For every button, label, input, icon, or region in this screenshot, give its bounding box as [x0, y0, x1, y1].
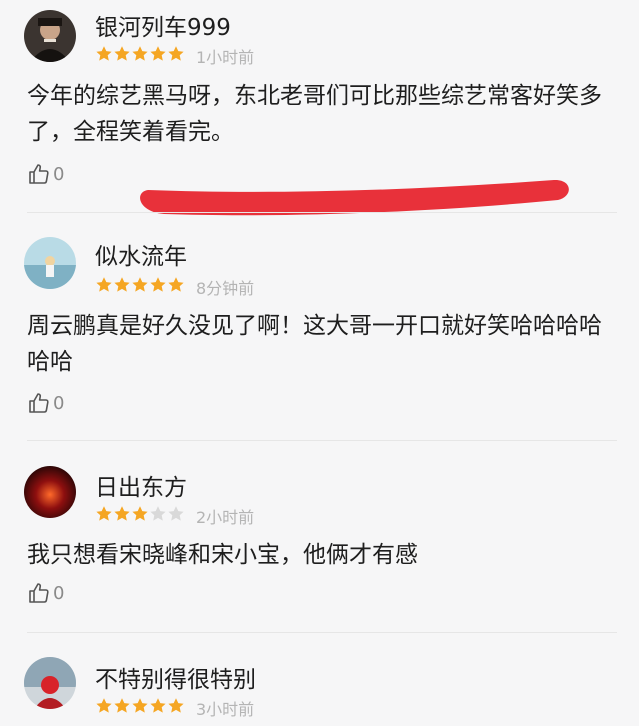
star-filled-icon: [114, 46, 130, 61]
star-filled-icon: [150, 277, 166, 292]
star-filled-icon: [114, 277, 130, 292]
star-filled-icon: [150, 46, 166, 61]
thumbs-up-icon: [29, 393, 49, 413]
timestamp: 1小时前: [196, 48, 255, 67]
star-filled-icon: [150, 698, 166, 713]
star-filled-icon: [96, 46, 112, 61]
username[interactable]: 银河列车999: [95, 8, 231, 42]
thumbs-up-icon: [29, 164, 49, 184]
star-empty-icon: [150, 506, 166, 521]
timestamp: 2小时前: [196, 508, 255, 527]
star-rating: [95, 45, 185, 63]
star-filled-icon: [132, 698, 148, 713]
star-rating: [95, 505, 185, 523]
comment-text: 我只想看宋晓峰和宋小宝，他俩才有感: [27, 542, 418, 568]
star-filled-icon: [96, 698, 112, 713]
like-count: 0: [53, 582, 65, 604]
divider: [27, 632, 617, 633]
red-marker-scribble: [140, 179, 569, 216]
avatar[interactable]: [24, 466, 76, 518]
like-button[interactable]: 0: [27, 162, 64, 186]
avatar[interactable]: [24, 10, 76, 62]
like-button[interactable]: 0: [27, 581, 64, 605]
comment-text: 周云鹏真是好久没见了啊！这大哥一开口就好笑哈哈哈哈哈哈: [27, 313, 602, 375]
like-count: 0: [53, 392, 65, 414]
star-filled-icon: [168, 46, 184, 61]
thumbs-up-icon: [29, 583, 49, 603]
comment-text: 今年的综艺黑马呀，东北老哥们可比那些综艺常客好笑多了，全程笑着看完。: [27, 83, 602, 145]
star-filled-icon: [114, 506, 130, 521]
star-filled-icon: [114, 698, 130, 713]
timestamp: 8分钟前: [196, 279, 255, 298]
username[interactable]: 不特别得很特别: [95, 660, 256, 694]
star-filled-icon: [96, 506, 112, 521]
username[interactable]: 似水流年: [95, 237, 187, 271]
divider: [27, 212, 617, 213]
avatar[interactable]: [24, 657, 76, 709]
username[interactable]: 日出东方: [95, 468, 187, 502]
divider: [27, 440, 617, 441]
star-filled-icon: [168, 698, 184, 713]
like-count: 0: [53, 163, 65, 185]
star-filled-icon: [132, 506, 148, 521]
star-filled-icon: [168, 277, 184, 292]
timestamp: 3小时前: [196, 700, 255, 719]
star-filled-icon: [132, 277, 148, 292]
comment-list: 银河列车999 1小时前 今年的综艺黑马呀，东北老哥们可比那些综艺常客好笑多了，…: [0, 0, 639, 726]
star-rating: [95, 276, 185, 294]
star-filled-icon: [132, 46, 148, 61]
star-empty-icon: [168, 506, 184, 521]
like-button[interactable]: 0: [27, 391, 64, 415]
star-rating: [95, 697, 185, 715]
avatar[interactable]: [24, 237, 76, 289]
star-filled-icon: [96, 277, 112, 292]
